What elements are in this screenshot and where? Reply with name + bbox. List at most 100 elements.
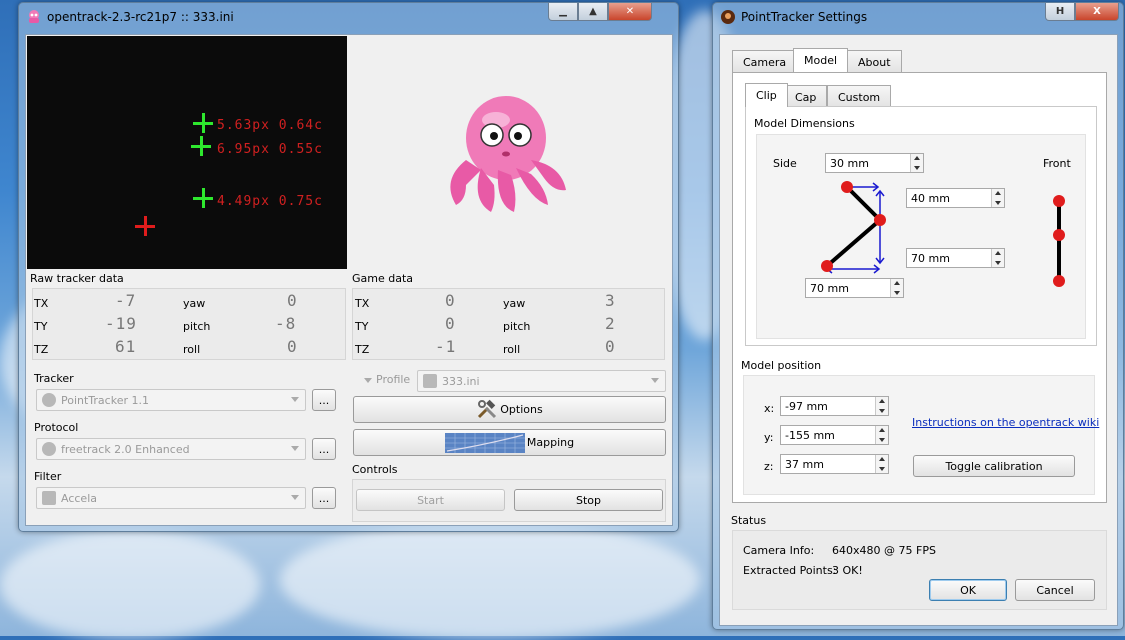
- settings-window-title: PointTracker Settings: [741, 10, 868, 24]
- raw-tx-label: TX: [34, 297, 49, 310]
- camera-info-label: Camera Info:: [743, 544, 815, 557]
- clip-subtab-pane: Model Dimensions Side Front 30 mm 40 mm …: [745, 106, 1097, 346]
- tracker-settings-button[interactable]: ...: [312, 389, 336, 411]
- game-roll-label: roll: [503, 343, 521, 356]
- help-button[interactable]: H: [1045, 3, 1075, 21]
- tools-icon: [478, 399, 497, 418]
- maximize-button[interactable]: ▲: [578, 3, 608, 21]
- subtab-cap[interactable]: Cap: [784, 85, 828, 107]
- chevron-down-icon: [651, 378, 659, 383]
- tab-camera[interactable]: Camera: [732, 50, 798, 72]
- status-area: Camera Info: 640x480 @ 75 FPS Extracted …: [732, 530, 1107, 610]
- tracker-icon: [42, 393, 56, 407]
- model-position-area: x: -97 mm y: -155 mm z: 37 mm Instructio…: [743, 375, 1099, 495]
- mapping-button[interactable]: Mapping: [353, 429, 666, 456]
- raw-tz-value: 61: [115, 337, 137, 356]
- controls-group: Start Stop: [352, 479, 666, 522]
- subtab-custom-label: Custom: [838, 91, 881, 104]
- game-tx-value: 0: [445, 291, 456, 310]
- tracker-select-value: PointTracker 1.1: [61, 394, 149, 407]
- tracked-point-3-label: 4.49px 0.75c: [217, 194, 323, 209]
- octopus-logo: [450, 96, 566, 212]
- spin-arrows-icon[interactable]: [910, 154, 923, 172]
- profile-select[interactable]: 333.ini: [417, 370, 666, 392]
- close-button[interactable]: ✕: [608, 3, 652, 21]
- game-roll-value: 0: [605, 337, 616, 356]
- raw-pitch-label: pitch: [183, 320, 211, 333]
- spin-arrows-icon[interactable]: [890, 279, 903, 297]
- subtab-clip[interactable]: Clip: [745, 83, 788, 107]
- tracked-point-3: [193, 188, 213, 208]
- protocol-icon: [42, 442, 56, 456]
- tracker-label: Tracker: [34, 372, 74, 385]
- dimension-b-spinbox[interactable]: 70 mm: [906, 248, 1005, 268]
- game-data-title: Game data: [352, 272, 414, 285]
- spin-arrows-icon[interactable]: [875, 426, 888, 444]
- pointtracker-app-icon: [721, 10, 735, 24]
- raw-tx-value: -7: [115, 291, 137, 310]
- protocol-settings-button[interactable]: ...: [312, 438, 336, 460]
- profile-menu-arrow-icon[interactable]: [364, 378, 372, 383]
- background-cloud: [280, 520, 700, 640]
- model-dimensions-label: Model Dimensions: [754, 117, 855, 130]
- z-position-spinbox[interactable]: 37 mm: [780, 454, 889, 474]
- tab-model[interactable]: Model: [793, 48, 849, 72]
- camera-info-value: 640x480 @ 75 FPS: [832, 544, 936, 557]
- front-model-diagram: [1053, 195, 1065, 287]
- raw-pitch-value: -8: [275, 314, 297, 333]
- head-center-marker: [135, 216, 155, 236]
- maximize-icon: ▲: [589, 6, 597, 17]
- chevron-down-icon: [291, 397, 299, 402]
- tab-model-label: Model: [804, 54, 838, 67]
- filter-settings-button[interactable]: ...: [312, 487, 336, 509]
- profile-label[interactable]: Profile: [376, 373, 410, 386]
- game-yaw-label: yaw: [503, 297, 526, 310]
- cancel-button[interactable]: Cancel: [1015, 579, 1095, 601]
- y-position-value: -155 mm: [785, 429, 835, 442]
- tracker-select[interactable]: PointTracker 1.1: [36, 389, 306, 411]
- main-titlebar[interactable]: opentrack-2.3-rc21p7 :: 333.ini ▁ ▲ ✕: [19, 3, 678, 33]
- spin-arrows-icon[interactable]: [991, 189, 1004, 207]
- settings-close-button[interactable]: X: [1075, 3, 1119, 21]
- stop-button[interactable]: Stop: [514, 489, 663, 511]
- spin-arrows-icon[interactable]: [875, 455, 888, 473]
- x-position-spinbox[interactable]: -97 mm: [780, 396, 889, 416]
- cancel-label: Cancel: [1036, 583, 1074, 597]
- settings-window-controls: H X: [1045, 3, 1119, 21]
- subtab-clip-label: Clip: [756, 89, 777, 102]
- tab-about-label: About: [858, 56, 891, 69]
- x-label: x:: [764, 402, 775, 415]
- tab-about[interactable]: About: [847, 50, 902, 72]
- side-model-diagram: [821, 181, 886, 274]
- raw-yaw-label: yaw: [183, 297, 206, 310]
- protocol-select[interactable]: freetrack 2.0 Enhanced: [36, 438, 306, 460]
- spin-arrows-icon[interactable]: [991, 249, 1004, 267]
- profile-select-value: 333.ini: [442, 375, 480, 388]
- subtab-custom[interactable]: Custom: [827, 85, 892, 107]
- chevron-down-icon: [291, 446, 299, 451]
- start-button[interactable]: Start: [356, 489, 505, 511]
- dimension-a-spinbox[interactable]: 40 mm: [906, 188, 1005, 208]
- x-position-value: -97 mm: [785, 400, 828, 413]
- options-label: Options: [500, 403, 543, 416]
- side-label: Side: [773, 157, 797, 170]
- model-position-label: Model position: [741, 359, 822, 372]
- spin-arrows-icon[interactable]: [875, 397, 888, 415]
- settings-window: PointTracker Settings H X Camera Model A…: [712, 2, 1124, 630]
- extracted-points-label: Extracted Points:: [743, 564, 837, 577]
- settings-titlebar[interactable]: PointTracker Settings H X: [713, 3, 1123, 33]
- protocol-select-value: freetrack 2.0 Enhanced: [61, 443, 190, 456]
- minimize-button[interactable]: ▁: [548, 3, 578, 21]
- side-spinbox[interactable]: 30 mm: [825, 153, 924, 173]
- options-button[interactable]: Options: [353, 396, 666, 423]
- wiki-instructions-link[interactable]: Instructions on the opentrack wiki: [912, 416, 1099, 429]
- ok-button[interactable]: OK: [929, 579, 1007, 601]
- toggle-calibration-button[interactable]: Toggle calibration: [913, 455, 1075, 477]
- raw-roll-value: 0: [287, 337, 298, 356]
- y-position-spinbox[interactable]: -155 mm: [780, 425, 889, 445]
- filter-select[interactable]: Accela: [36, 487, 306, 509]
- chevron-down-icon: [291, 495, 299, 500]
- z-position-value: 37 mm: [785, 458, 824, 471]
- dimension-c-spinbox[interactable]: 70 mm: [805, 278, 904, 298]
- close-label: X: [1093, 6, 1101, 17]
